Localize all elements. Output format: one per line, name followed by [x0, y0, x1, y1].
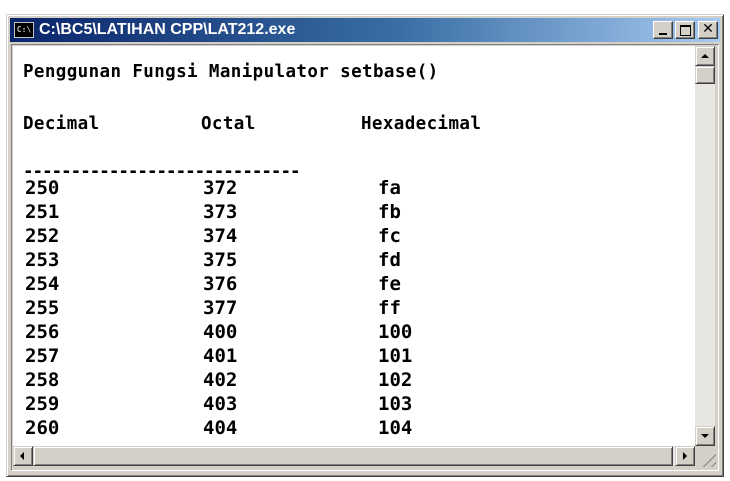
horizontal-scrollbar[interactable]	[13, 446, 695, 466]
title-bar[interactable]: C:\ C:\BC5\LATIHAN CPP\LAT212.exe ✕	[10, 18, 720, 42]
maximize-button[interactable]	[675, 21, 695, 39]
scroll-right-button[interactable]	[675, 446, 695, 466]
minimize-button[interactable]	[653, 21, 673, 39]
console-window: C:\ C:\BC5\LATIHAN CPP\LAT212.exe ✕ Peng…	[6, 14, 724, 477]
output-heading: Penggunan Fungsi Manipulator setbase()	[23, 62, 439, 82]
window-title: C:\BC5\LATIHAN CPP\LAT212.exe	[39, 21, 296, 38]
octal-value: 373	[203, 201, 238, 223]
octal-value: 377	[203, 297, 238, 319]
close-button[interactable]: ✕	[698, 21, 718, 39]
arrow-down-icon	[701, 434, 709, 438]
arrow-left-icon	[20, 452, 24, 460]
decimal-value: 260	[25, 417, 60, 439]
maximize-icon	[680, 25, 691, 36]
decimal-value: 251	[25, 201, 60, 223]
decimal-value: 258	[25, 369, 60, 391]
hex-value: fd	[378, 249, 401, 271]
hex-value: 101	[378, 345, 413, 367]
decimal-value: 254	[25, 273, 60, 295]
octal-value: 375	[203, 249, 238, 271]
vertical-scrollbar[interactable]	[695, 46, 715, 446]
scroll-down-button[interactable]	[695, 426, 715, 446]
decimal-value: 256	[25, 321, 60, 343]
octal-value: 376	[203, 273, 238, 295]
octal-value: 404	[203, 417, 238, 439]
octal-value: 401	[203, 345, 238, 367]
vertical-scroll-thumb[interactable]	[695, 66, 715, 84]
column-header-octal: Octal	[201, 114, 256, 134]
column-header-decimal: Decimal	[23, 114, 100, 134]
hex-value: fe	[378, 273, 401, 295]
console-frame: Penggunan Fungsi Manipulator setbase() D…	[11, 44, 719, 471]
hex-value: fc	[378, 225, 401, 247]
console-app-icon[interactable]: C:\	[14, 22, 34, 38]
octal-value: 374	[203, 225, 238, 247]
separator-line: -----------------------------	[23, 162, 301, 182]
decimal-value: 259	[25, 393, 60, 415]
column-header-hexadecimal: Hexadecimal	[361, 114, 482, 134]
octal-value: 402	[203, 369, 238, 391]
hex-value: 103	[378, 393, 413, 415]
scroll-up-button[interactable]	[695, 46, 715, 66]
resize-grip-icon[interactable]	[696, 447, 716, 467]
hex-value: fb	[378, 201, 401, 223]
decimal-value: 253	[25, 249, 60, 271]
arrow-right-icon	[683, 452, 687, 460]
hex-value: 104	[378, 417, 413, 439]
hex-value: fa	[378, 177, 401, 199]
octal-value: 403	[203, 393, 238, 415]
decimal-value: 257	[25, 345, 60, 367]
octal-value: 400	[203, 321, 238, 343]
horizontal-scroll-thumb[interactable]	[33, 446, 673, 466]
octal-value: 372	[203, 177, 238, 199]
arrow-up-icon	[701, 54, 709, 58]
decimal-value: 252	[25, 225, 60, 247]
scroll-left-button[interactable]	[13, 446, 33, 466]
console-output[interactable]: Penggunan Fungsi Manipulator setbase() D…	[13, 46, 695, 446]
close-icon: ✕	[702, 21, 714, 37]
minimize-icon	[659, 33, 667, 35]
hex-value: 100	[378, 321, 413, 343]
decimal-value: 255	[25, 297, 60, 319]
decimal-value: 250	[25, 177, 60, 199]
hex-value: ff	[378, 297, 401, 319]
window-controls: ✕	[651, 21, 718, 39]
hex-value: 102	[378, 369, 413, 391]
